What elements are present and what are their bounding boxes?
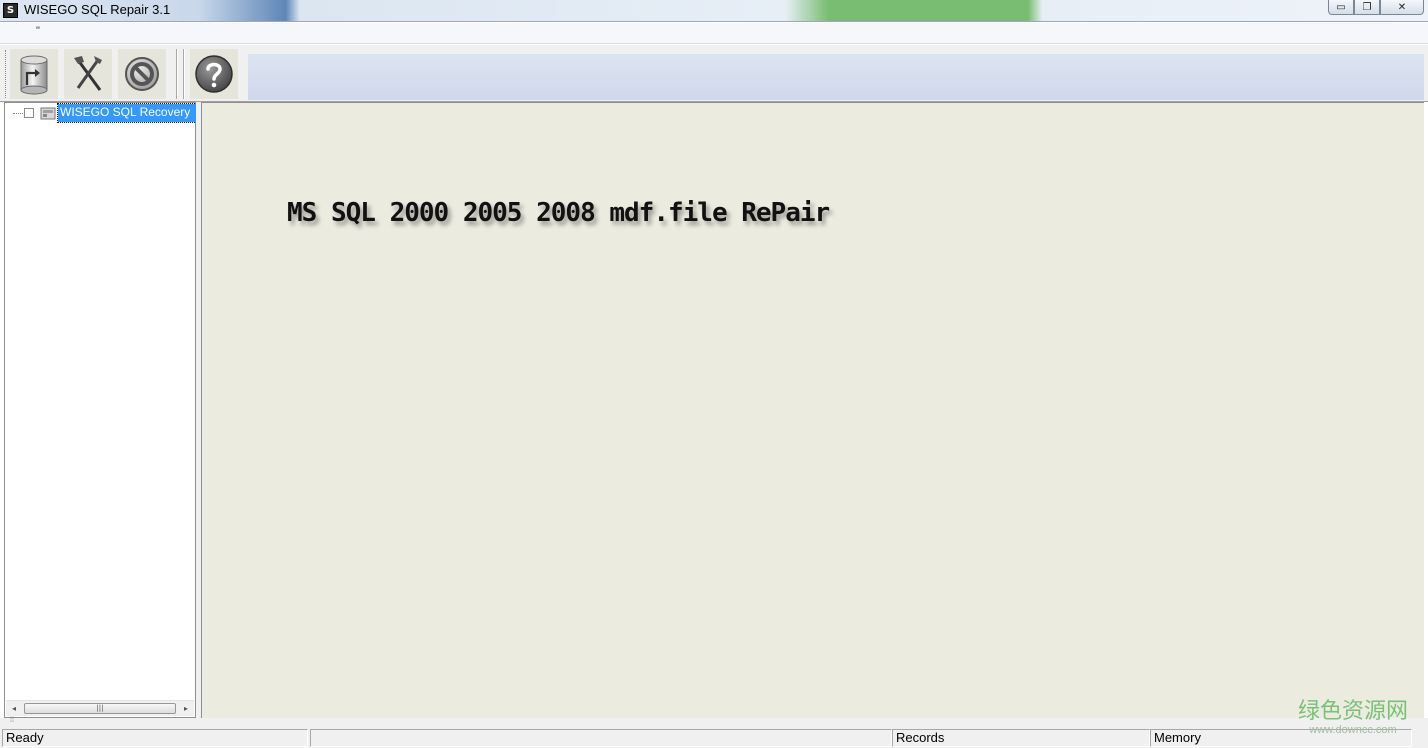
window-title: WISEGO SQL Repair 3.1 [24, 2, 171, 17]
status-ready: Ready [2, 729, 308, 747]
watermark-url: www.downcc.com [1309, 724, 1397, 736]
close-icon: ✕ [1397, 1, 1407, 13]
tree-view[interactable]: WISEGO SQL Recovery ◂ ||| ▸ [4, 102, 197, 718]
scroll-left-icon[interactable]: ◂ [6, 701, 22, 716]
database-open-icon [20, 55, 48, 95]
menu-bar: " [0, 23, 1428, 44]
tree-item-sql-recovery[interactable]: WISEGO SQL Recovery [57, 103, 197, 123]
minimize-icon: ▭ [1336, 1, 1346, 13]
status-records: Records [892, 729, 1150, 747]
toolbar-empty-area [248, 54, 1424, 100]
content-pane: MS SQL 2000 2005 2008 mdf.file RePair [201, 102, 1424, 718]
toolbar-grip[interactable] [5, 50, 8, 98]
app-icon[interactable]: S [3, 3, 18, 18]
window-controls: ▭ ❐ ✕ [1328, 0, 1424, 16]
menu-grip[interactable]: " [36, 25, 40, 37]
bottom-grip[interactable]: ⁞⁞ [0, 717, 1428, 728]
banner-text: MS SQL 2000 2005 2008 mdf.file RePair [287, 198, 830, 228]
restore-button[interactable]: ❐ [1354, 0, 1380, 15]
repair-tools-icon [74, 56, 102, 91]
stop-button[interactable] [118, 49, 166, 99]
toolbar-separator [176, 49, 178, 99]
toolbar-separator [183, 49, 185, 99]
grip-dots: ⁞⁞ [10, 717, 14, 724]
toolbar [0, 44, 1428, 102]
watermark: 绿色资源网 www.downcc.com [1297, 699, 1408, 737]
scrollbar-thumb[interactable]: ||| [24, 703, 176, 714]
tree-expander[interactable] [24, 108, 34, 118]
stop-icon [125, 57, 159, 91]
horizontal-scrollbar[interactable]: ◂ ||| ▸ [6, 700, 194, 716]
help-icon [195, 55, 233, 93]
server-icon [40, 107, 56, 120]
close-button[interactable]: ✕ [1380, 0, 1424, 15]
help-button[interactable] [190, 49, 238, 99]
open-database-button[interactable] [10, 49, 58, 99]
scroll-right-icon[interactable]: ▸ [178, 701, 194, 716]
repair-button[interactable] [64, 49, 112, 99]
title-bar[interactable]: S WISEGO SQL Repair 3.1 ▭ ❐ ✕ [0, 0, 1428, 22]
minimize-button[interactable]: ▭ [1328, 0, 1354, 15]
status-message [310, 729, 892, 747]
restore-icon: ❐ [1362, 1, 1372, 13]
watermark-logo: 绿色资源网 [1297, 699, 1408, 724]
status-bar: Ready Records Memory [0, 728, 1428, 748]
